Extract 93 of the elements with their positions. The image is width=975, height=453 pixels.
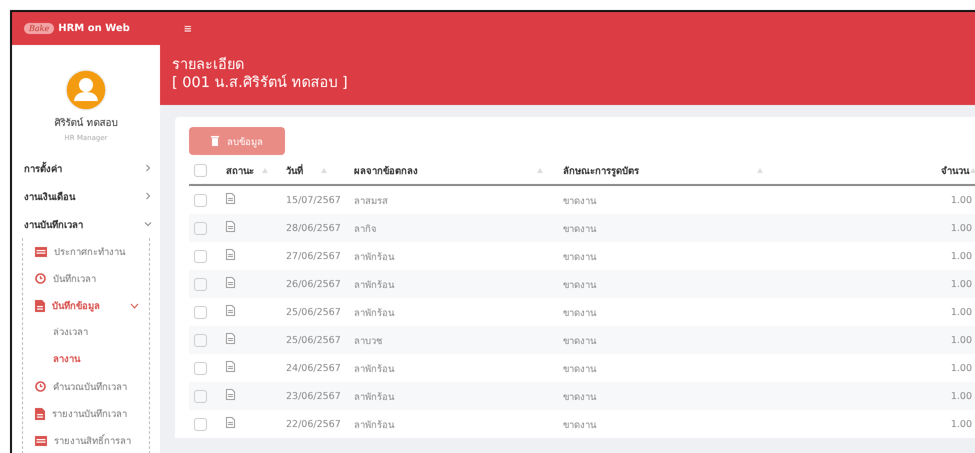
table-cell: 15/07/2567	[286, 194, 341, 206]
page-title: รายละเอียด	[172, 56, 245, 74]
column-header[interactable]: วันที่	[286, 163, 303, 178]
row-checkbox[interactable]	[194, 278, 207, 290]
app-name: HRM on Web	[58, 23, 130, 34]
row-checkbox[interactable]	[194, 390, 207, 402]
table-cell: ขาดงาน	[563, 308, 596, 318]
menu-group[interactable]: การตั้งค่า	[12, 154, 160, 182]
clock-icon	[35, 381, 46, 392]
sort-icon[interactable]	[321, 168, 327, 173]
table-cell: 24/06/2567	[286, 362, 341, 374]
row-checkbox[interactable]	[194, 362, 207, 374]
logo: Bake	[24, 23, 54, 34]
sort-icon[interactable]	[262, 168, 268, 173]
document-icon[interactable]	[226, 361, 235, 372]
sort-icon[interactable]	[970, 168, 975, 173]
table-cell: 1.00	[950, 334, 972, 346]
document-icon[interactable]	[226, 193, 235, 204]
trash-icon	[211, 136, 219, 146]
row-checkbox[interactable]	[194, 222, 207, 234]
table-cell: ขาดงาน	[563, 224, 596, 234]
document-icon[interactable]	[226, 221, 235, 232]
table-cell: ขาดงาน	[563, 392, 596, 402]
document-icon	[35, 408, 45, 420]
table-cell: ขาดงาน	[563, 280, 596, 290]
calendar-icon	[35, 436, 47, 446]
menu-group[interactable]: งานเงินเดือน	[12, 182, 160, 210]
sort-icon[interactable]	[757, 168, 763, 173]
column-header[interactable]: สถานะ	[226, 163, 254, 178]
submenu-item[interactable]: บันทึกข้อมูล	[23, 292, 149, 319]
table-cell: 22/06/2567	[286, 418, 341, 430]
document-icon	[35, 300, 45, 312]
submenu-item[interactable]: ประกาศกะทำงาน	[23, 238, 149, 265]
chevron-icon	[144, 164, 152, 172]
document-icon[interactable]	[226, 417, 235, 428]
table-cell: 1.00	[950, 222, 972, 234]
menu-toggle-button[interactable]: ≡	[180, 22, 196, 35]
chevron-icon	[144, 192, 152, 200]
submenu-item[interactable]: ล่วงเวลา	[23, 319, 149, 346]
table-cell: 1.00	[950, 250, 972, 262]
calendar-icon	[35, 246, 47, 256]
table-cell: ขาดงาน	[563, 196, 596, 206]
table-cell: ลาพักร้อน	[354, 364, 394, 374]
menu-group[interactable]: งานบันทึกเวลา	[12, 210, 160, 238]
table-cell: ลาสมรส	[354, 196, 388, 206]
table-cell: ลาพักร้อน	[354, 252, 394, 262]
table-cell: 25/06/2567	[286, 334, 341, 346]
column-header[interactable]: ลักษณะการรูดบัตร	[563, 163, 639, 178]
document-icon[interactable]	[226, 277, 235, 288]
row-checkbox[interactable]	[194, 194, 207, 206]
table-cell: ขาดงาน	[563, 364, 596, 374]
document-icon[interactable]	[226, 305, 235, 316]
table-cell: 28/06/2567	[286, 222, 341, 234]
clock-icon	[35, 273, 46, 284]
employee-title: [ 001 น.ส.ศิริรัตน์ ทดสอบ ]	[172, 74, 349, 92]
row-checkbox[interactable]	[194, 334, 207, 346]
table-cell: ลาพักร้อน	[354, 392, 394, 402]
table-cell: ลาบวช	[354, 336, 382, 346]
table-cell: ขาดงาน	[563, 420, 596, 430]
column-header[interactable]: ผลจากข้อตกลง	[354, 163, 418, 178]
select-all-checkbox[interactable]	[194, 164, 207, 177]
submenu-item[interactable]: ลางาน	[23, 346, 149, 373]
user-name: ศิริรัตน์ ทดสอบ	[54, 116, 118, 130]
row-checkbox[interactable]	[194, 418, 207, 430]
document-icon[interactable]	[226, 333, 235, 344]
table-cell: 1.00	[950, 418, 972, 430]
table-cell: ขาดงาน	[563, 252, 596, 262]
column-header[interactable]: จำนวน	[941, 163, 969, 178]
table-cell: 25/06/2567	[286, 306, 341, 318]
document-icon[interactable]	[226, 389, 235, 400]
table-cell: 23/06/2567	[286, 390, 341, 402]
submenu-item[interactable]: คำนวณบันทึกเวลา	[23, 373, 149, 400]
table-cell: 27/06/2567	[286, 250, 341, 262]
table-cell: 1.00	[950, 194, 972, 206]
table-cell: ลากิจ	[354, 224, 377, 234]
table-cell: ลาพักร้อน	[354, 420, 394, 430]
table-cell: 1.00	[950, 278, 972, 290]
table-cell: 1.00	[950, 390, 972, 402]
row-checkbox[interactable]	[194, 250, 207, 262]
document-icon[interactable]	[226, 249, 235, 260]
table-cell: ลาพักร้อน	[354, 308, 394, 318]
chevron-icon	[144, 220, 152, 228]
sort-icon[interactable]	[537, 168, 543, 173]
submenu-item[interactable]: รายงานสิทธิ์การลา	[23, 427, 149, 453]
table-cell: ลาพักร้อน	[354, 280, 394, 290]
table-cell: 1.00	[950, 306, 972, 318]
table-cell: ขาดงาน	[563, 336, 596, 346]
avatar-icon	[65, 69, 107, 111]
table-cell: 26/06/2567	[286, 278, 341, 290]
submenu-item[interactable]: บันทึกเวลา	[23, 265, 149, 292]
row-checkbox[interactable]	[194, 306, 207, 318]
submenu-item[interactable]: รายงานบันทึกเวลา	[23, 400, 149, 427]
table-cell: 1.00	[950, 362, 972, 374]
